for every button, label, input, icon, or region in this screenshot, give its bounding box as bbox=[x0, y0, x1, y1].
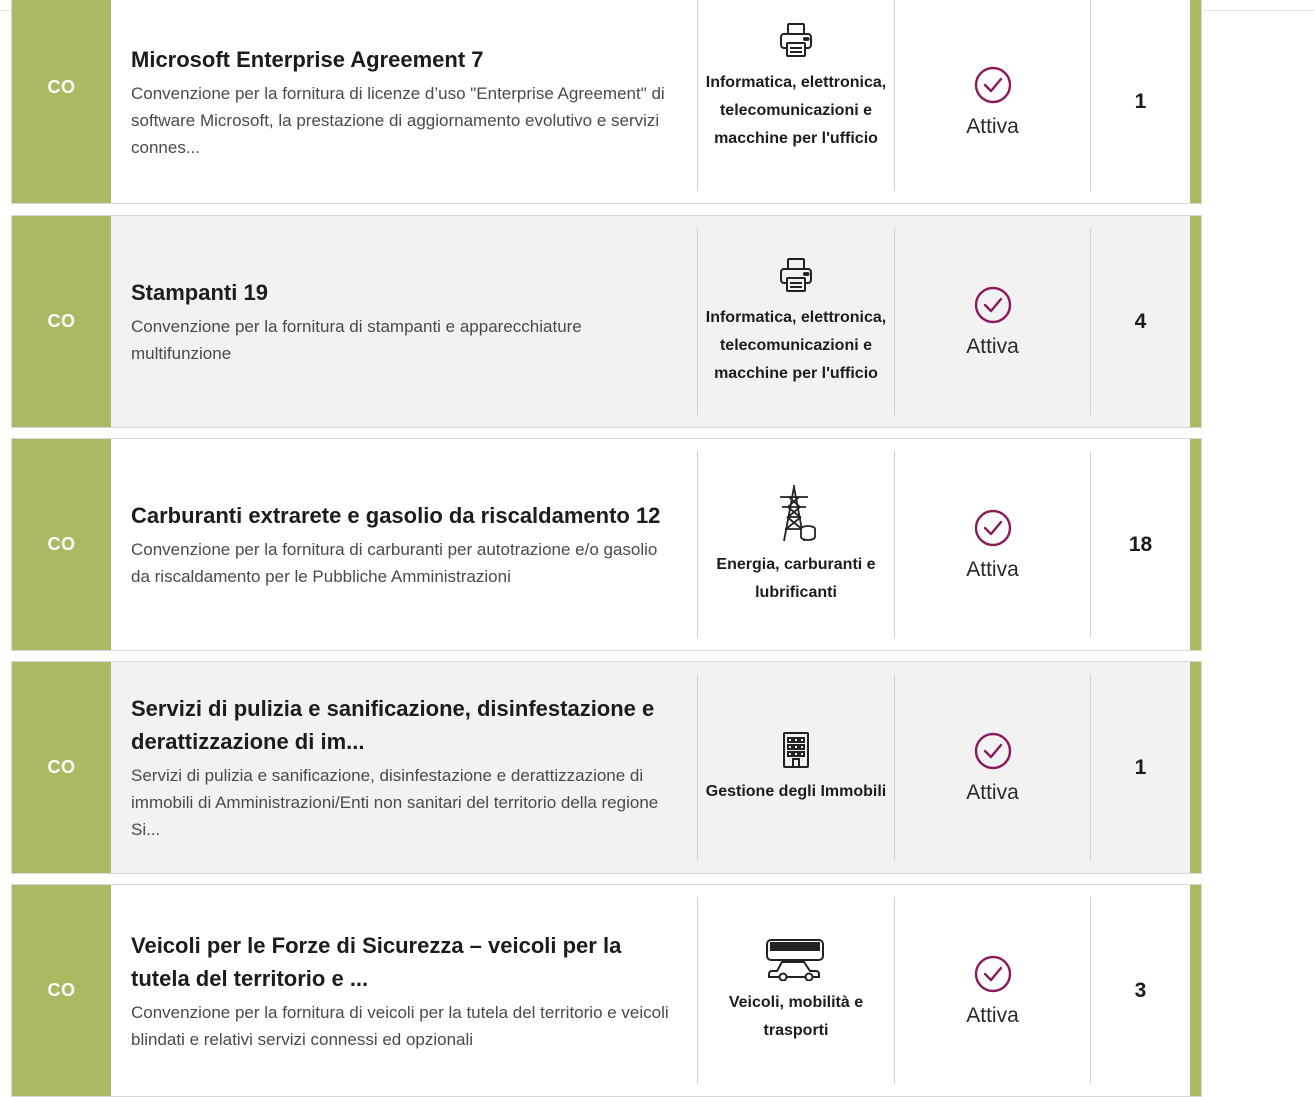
building-icon bbox=[783, 731, 809, 768]
list-item[interactable]: CO Microsoft Enterprise Agreement 7 Conv… bbox=[11, 0, 1202, 204]
type-badge: CO bbox=[12, 439, 111, 650]
row-edge bbox=[1190, 439, 1201, 650]
item-description: Servizi di pulizia e sanificazione, disi… bbox=[131, 766, 659, 839]
list-item[interactable]: CO Servizi di pulizia e sanificazione, d… bbox=[11, 661, 1202, 874]
row-edge bbox=[1190, 0, 1201, 203]
type-badge: CO bbox=[12, 0, 111, 203]
list-item[interactable]: CO Veicoli per le Forze di Sicurezza – v… bbox=[11, 884, 1202, 1097]
count-value: 3 bbox=[1134, 978, 1147, 1002]
check-circle-icon bbox=[974, 509, 1011, 546]
check-circle-icon bbox=[974, 66, 1011, 104]
category-cell: Veicoli, mobilità e trasporti bbox=[698, 897, 895, 1084]
item-description: Convenzione per la fornitura di licenze … bbox=[131, 84, 665, 157]
check-circle-icon bbox=[974, 732, 1011, 769]
row-edge bbox=[1190, 216, 1201, 427]
type-badge: CO bbox=[12, 216, 111, 427]
status-label: Attiva bbox=[966, 780, 1019, 804]
category-cell: Energia, carburanti e lubrificanti bbox=[698, 451, 895, 638]
count-value: 1 bbox=[1134, 755, 1147, 779]
item-title[interactable]: Microsoft Enterprise Agreement 7 bbox=[131, 43, 679, 76]
list-item[interactable]: CO Stampanti 19 Convenzione per la forni… bbox=[11, 215, 1202, 428]
category-cell: Informatica, elettronica, telecomunicazi… bbox=[698, 0, 895, 191]
item-title[interactable]: Servizi di pulizia e sanificazione, disi… bbox=[131, 692, 679, 758]
category-label: Informatica, elettronica, telecomunicazi… bbox=[705, 308, 887, 382]
status-label: Attiva bbox=[966, 557, 1019, 581]
category-label: Gestione degli Immobili bbox=[705, 782, 887, 800]
printer-icon bbox=[780, 257, 812, 292]
status-label: Attiva bbox=[966, 1003, 1019, 1027]
type-badge: CO bbox=[12, 662, 111, 873]
item-description: Convenzione per la fornitura di stampant… bbox=[131, 317, 582, 363]
category-cell: Informatica, elettronica, telecomunicazi… bbox=[698, 228, 895, 415]
item-title[interactable]: Carburanti extrarete e gasolio da riscal… bbox=[131, 499, 679, 532]
count-value: 4 bbox=[1134, 309, 1147, 333]
power-tower-icon bbox=[780, 484, 816, 541]
list-item[interactable]: CO Carburanti extrarete e gasolio da ris… bbox=[11, 438, 1202, 651]
category-label: Energia, carburanti e lubrificanti bbox=[716, 555, 876, 601]
check-circle-icon bbox=[974, 955, 1011, 992]
vehicles-icon bbox=[766, 938, 824, 981]
check-circle-icon bbox=[974, 286, 1011, 323]
item-title[interactable]: Stampanti 19 bbox=[131, 276, 679, 309]
printer-icon bbox=[780, 23, 812, 57]
row-edge bbox=[1190, 885, 1201, 1096]
item-title[interactable]: Veicoli per le Forze di Sicurezza – veic… bbox=[131, 929, 679, 995]
category-cell: Gestione degli Immobili bbox=[698, 674, 895, 861]
count-value: 18 bbox=[1128, 532, 1153, 556]
item-description: Convenzione per la fornitura di veicoli … bbox=[131, 1002, 669, 1049]
row-edge bbox=[1190, 662, 1201, 873]
type-badge: CO bbox=[12, 885, 111, 1096]
item-description: Convenzione per la fornitura di carburan… bbox=[131, 540, 658, 586]
category-label: Veicoli, mobilità e trasporti bbox=[728, 993, 864, 1039]
status-label: Attiva bbox=[966, 115, 1019, 138]
category-label: Informatica, elettronica, telecomunicazi… bbox=[705, 74, 887, 147]
status-label: Attiva bbox=[966, 334, 1019, 358]
count-value: 1 bbox=[1134, 90, 1147, 113]
